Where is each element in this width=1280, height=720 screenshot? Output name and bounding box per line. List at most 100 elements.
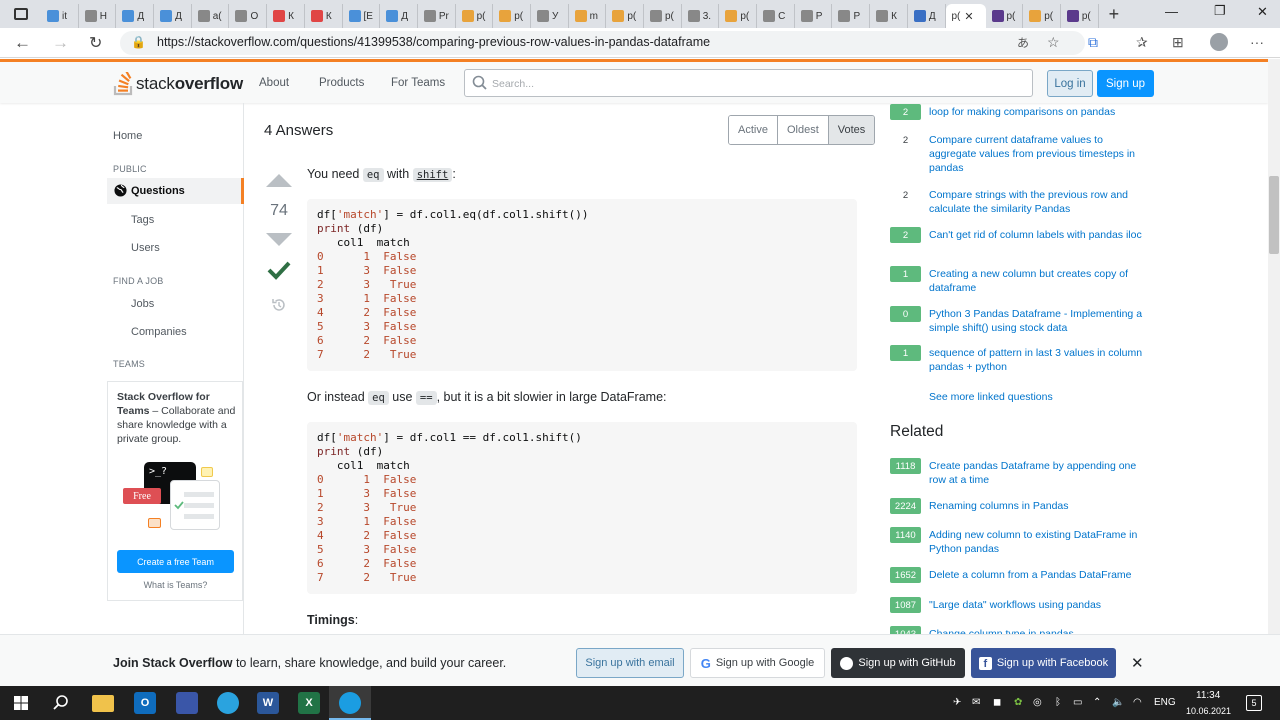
browser-tab[interactable]: m xyxy=(569,4,607,28)
browser-tab[interactable]: К xyxy=(305,4,343,28)
browser-tab[interactable]: p( xyxy=(719,4,758,28)
mail-tray-icon[interactable]: ✉ xyxy=(972,697,980,708)
downvote-icon[interactable] xyxy=(266,233,292,246)
history-icon[interactable] xyxy=(271,297,287,313)
sort-votes-button[interactable]: Votes xyxy=(828,116,875,144)
app-tray-icon[interactable]: ✿ xyxy=(1014,697,1022,708)
browser-tab[interactable]: Д xyxy=(154,4,192,28)
browser-tab[interactable]: p( xyxy=(456,4,494,28)
logo-text[interactable]: stackoverflow xyxy=(136,74,243,94)
read-aloud-icon[interactable]: あ xyxy=(1017,34,1029,51)
signup-google-button[interactable]: G Sign up with Google xyxy=(690,648,825,678)
nav-about[interactable]: About xyxy=(259,77,289,89)
lock-icon[interactable]: 🔒 xyxy=(131,35,146,49)
browser-tab[interactable]: p( xyxy=(644,4,682,28)
browser-tab[interactable]: p( xyxy=(493,4,531,28)
refresh-icon[interactable]: ↻ xyxy=(89,33,102,53)
browser-tab[interactable]: Д xyxy=(908,4,946,28)
tab-actions-icon[interactable] xyxy=(14,8,28,20)
maximize-icon[interactable]: ❐ xyxy=(1214,3,1226,19)
linked-question-link[interactable]: Can't get rid of column labels with pand… xyxy=(929,228,1144,242)
input-language[interactable]: ENG xyxy=(1154,697,1176,708)
windows-start-icon[interactable] xyxy=(10,692,32,714)
new-tab-button[interactable]: + xyxy=(1109,4,1120,25)
browser-tab[interactable]: К xyxy=(267,4,305,28)
close-icon[interactable]: ✕ xyxy=(1131,654,1144,672)
sidebar-item-users[interactable]: Users xyxy=(131,242,160,254)
browser-tab[interactable]: Д xyxy=(380,4,418,28)
favorite-star-icon[interactable]: ☆ xyxy=(1047,34,1060,51)
browser-tab[interactable]: [E xyxy=(343,4,381,28)
browser-tab[interactable]: p( xyxy=(1061,4,1099,28)
browser-tab[interactable]: О xyxy=(229,4,268,28)
back-icon[interactable]: ← xyxy=(14,33,31,53)
related-question-link[interactable]: Delete a column from a Pandas DataFrame xyxy=(929,568,1144,582)
chevron-up-icon[interactable]: ⌃ xyxy=(1093,697,1101,708)
sidebar-item-jobs[interactable]: Jobs xyxy=(131,298,154,310)
browser-tab[interactable]: p( xyxy=(1023,4,1061,28)
browser-tab[interactable]: Н xyxy=(79,4,117,28)
linked-question-link[interactable]: loop for making comparisons on pandas xyxy=(929,105,1144,119)
nav-for-teams[interactable]: For Teams xyxy=(391,77,445,89)
browser-tab-active[interactable]: p(✕ xyxy=(945,4,986,28)
sort-active-button[interactable]: Active xyxy=(729,116,778,144)
sort-oldest-button[interactable]: Oldest xyxy=(777,116,829,144)
upvote-icon[interactable] xyxy=(266,174,292,187)
scrollbar-thumb[interactable] xyxy=(1269,176,1279,254)
sidebar-item-home[interactable]: Home xyxy=(113,130,142,142)
battery-tray-icon[interactable]: ▭ xyxy=(1073,697,1082,708)
sidebar-item-tags[interactable]: Tags xyxy=(131,214,154,226)
browser-tab[interactable]: it xyxy=(41,4,79,28)
wifi-icon[interactable]: ◠ xyxy=(1133,697,1142,708)
collections-icon[interactable]: ⊞ xyxy=(1172,34,1184,51)
related-question-link[interactable]: Adding new column to existing DataFrame … xyxy=(929,528,1144,556)
login-button[interactable]: Log in xyxy=(1047,70,1093,97)
profile-avatar[interactable] xyxy=(1210,33,1228,51)
telegram-icon[interactable] xyxy=(217,692,239,714)
headset-tray-icon[interactable]: ◎ xyxy=(1033,697,1042,708)
close-window-icon[interactable]: ✕ xyxy=(1257,4,1268,20)
browser-tab[interactable]: Pr xyxy=(418,4,456,28)
browser-tab[interactable]: P xyxy=(832,4,871,28)
related-question-link[interactable]: Create pandas Dataframe by appending one… xyxy=(929,459,1144,487)
browser-tab[interactable]: 3. xyxy=(682,4,720,28)
related-question-link[interactable]: "Large data" workflows using pandas xyxy=(929,598,1144,612)
sidebar-item-companies[interactable]: Companies xyxy=(131,326,187,338)
bluetooth-tray-icon[interactable]: ᛒ xyxy=(1055,697,1061,708)
word-icon[interactable]: W xyxy=(257,692,279,714)
search-input[interactable]: Search... xyxy=(464,69,1033,97)
clock-time[interactable]: 11:34 xyxy=(1196,690,1220,701)
browser-tab[interactable]: p( xyxy=(606,4,644,28)
browser-tab[interactable]: Д xyxy=(116,4,155,28)
linked-question-link[interactable]: Compare strings with the previous row an… xyxy=(929,188,1144,216)
telegram-tray-icon[interactable]: ✈ xyxy=(953,697,961,708)
browser-tab[interactable]: У xyxy=(531,4,569,28)
remote-desktop-icon[interactable] xyxy=(176,692,198,714)
related-question-link[interactable]: Renaming columns in Pandas xyxy=(929,499,1144,513)
excel-icon[interactable]: X xyxy=(298,692,320,714)
linked-question-link[interactable]: Creating a new column but creates copy o… xyxy=(929,267,1144,295)
clock-date[interactable]: 10.06.2021 xyxy=(1186,706,1231,716)
signup-facebook-button[interactable]: f Sign up with Facebook xyxy=(971,648,1116,678)
browser-tab[interactable]: a( xyxy=(192,4,230,28)
inline-code-shift-link[interactable]: shift xyxy=(412,168,453,182)
browser-tab[interactable]: C xyxy=(757,4,795,28)
extension-icon[interactable]: ⧉ xyxy=(1088,34,1098,51)
volume-icon[interactable]: 🔈 xyxy=(1112,697,1124,708)
notifications-icon[interactable]: 5 xyxy=(1246,695,1262,711)
linked-question-link[interactable]: Python 3 Pandas Dataframe - Implementing… xyxy=(929,307,1144,335)
forward-icon[interactable]: → xyxy=(52,33,69,53)
edge-icon[interactable] xyxy=(339,692,361,714)
nav-products[interactable]: Products xyxy=(319,77,364,89)
tab-close-icon[interactable]: ✕ xyxy=(964,10,973,23)
page-scrollbar[interactable] xyxy=(1268,59,1280,634)
linked-question-link[interactable]: sequence of pattern in last 3 values in … xyxy=(929,346,1144,374)
outlook-icon[interactable]: O xyxy=(134,692,156,714)
signup-github-button[interactable]: Sign up with GitHub xyxy=(831,648,965,678)
linked-question-link[interactable]: Compare current dataframe values to aggr… xyxy=(929,133,1144,175)
stackoverflow-logo-icon[interactable] xyxy=(113,72,135,96)
search-icon[interactable] xyxy=(50,692,72,714)
create-team-button[interactable]: Create a free Team xyxy=(117,550,234,573)
outlook-tray-icon[interactable]: ◼ xyxy=(993,697,1001,708)
see-more-linked-link[interactable]: See more linked questions xyxy=(929,391,1053,403)
